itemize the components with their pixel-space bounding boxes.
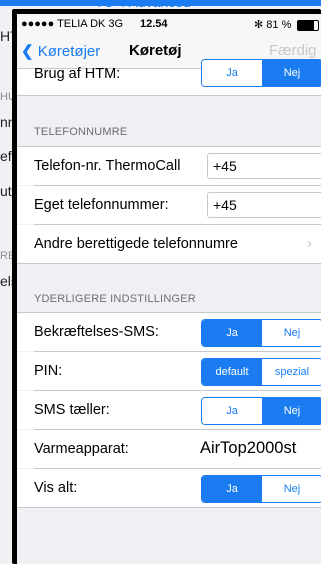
status-time: 12.54 xyxy=(140,18,168,30)
own-number-label: Eget telefonnummer: xyxy=(34,197,169,213)
chevron-left-icon: ❮ xyxy=(21,43,34,60)
thermocall-number-input[interactable]: +45 xyxy=(207,153,321,179)
htm-option-nej[interactable]: Nej xyxy=(262,60,321,86)
sms-counter-segmented-control[interactable]: Ja Nej xyxy=(201,397,321,425)
pin-label: PIN: xyxy=(34,363,63,379)
own-number-input[interactable]: +45 xyxy=(207,192,321,218)
sms-confirm-option-nej[interactable]: Nej xyxy=(262,320,321,346)
pin-segmented-control[interactable]: default spezial xyxy=(201,358,321,386)
pin-option-spezial[interactable]: spezial xyxy=(262,359,321,385)
htm-option-ja[interactable]: Ja xyxy=(202,60,262,86)
htm-label: Brug af HTM: xyxy=(34,66,121,82)
pin-option-default[interactable]: default xyxy=(202,359,262,385)
done-button[interactable]: Færdig xyxy=(269,42,317,59)
thermocall-row: Telefon-nr. ThermoCall +45 xyxy=(17,147,321,185)
sms-confirm-label: Bekræftelses-SMS: xyxy=(34,324,159,340)
back-button-label: Køretøjer xyxy=(37,43,101,60)
sms-confirm-segmented-control[interactable]: Ja Nej xyxy=(201,319,321,347)
carrier-label: ●●●●● TELIA DK 3G xyxy=(21,18,124,30)
sms-confirm-row: Bekræftelses-SMS: Ja Nej xyxy=(17,313,321,351)
sms-counter-row: SMS tæller: Ja Nej xyxy=(17,391,321,429)
phone-screen: ●●●●● TELIA DK 3G 12.54 ✻ 81 % ❮ Køretøj… xyxy=(17,14,321,564)
thermocall-label: Telefon-nr. ThermoCall xyxy=(34,158,181,174)
show-all-option-nej[interactable]: Nej xyxy=(262,476,321,502)
sms-confirm-option-ja[interactable]: Ja xyxy=(202,320,262,346)
back-button[interactable]: ❮ Køretøjer xyxy=(21,42,100,60)
divider xyxy=(17,263,321,264)
own-number-row: Eget telefonnummer: +45 xyxy=(17,186,321,224)
heater-value[interactable]: AirTop2000st xyxy=(200,439,296,458)
settings-section-header: YDERLIGERE INDSTILLINGER xyxy=(34,293,196,305)
sms-counter-label: SMS tæller: xyxy=(34,402,110,418)
heater-row[interactable]: Varmeapparat: AirTop2000st xyxy=(17,430,321,468)
status-bar: ●●●●● TELIA DK 3G 12.54 ✻ 81 % xyxy=(17,14,321,34)
show-all-label: Vis alt: xyxy=(34,480,78,496)
show-all-option-ja[interactable]: Ja xyxy=(202,476,262,502)
divider xyxy=(17,95,321,96)
htm-segmented-control[interactable]: Ja Nej xyxy=(201,59,321,87)
show-all-row: Vis alt: Ja Nej xyxy=(17,469,321,507)
pin-row: PIN: default spezial xyxy=(17,352,321,390)
battery-label: ✻ 81 % xyxy=(254,19,292,31)
sms-counter-option-nej[interactable]: Nej xyxy=(262,398,321,424)
heater-label: Varmeapparat: xyxy=(34,441,129,457)
other-numbers-row[interactable]: Andre berettigede telefonnumre › xyxy=(17,225,321,263)
divider xyxy=(17,507,321,508)
show-all-segmented-control[interactable]: Ja Nej xyxy=(201,475,321,503)
page-title: Køretøj xyxy=(129,42,182,59)
chevron-right-icon: › xyxy=(307,235,312,252)
other-numbers-label: Andre berettigede telefonnumre xyxy=(34,236,238,252)
battery-icon xyxy=(297,20,319,31)
sms-counter-option-ja[interactable]: Ja xyxy=(202,398,262,424)
htm-row: Brug af HTM: Ja Nej xyxy=(17,59,321,95)
phones-section-header: TELEFONNUMRE xyxy=(34,126,128,138)
